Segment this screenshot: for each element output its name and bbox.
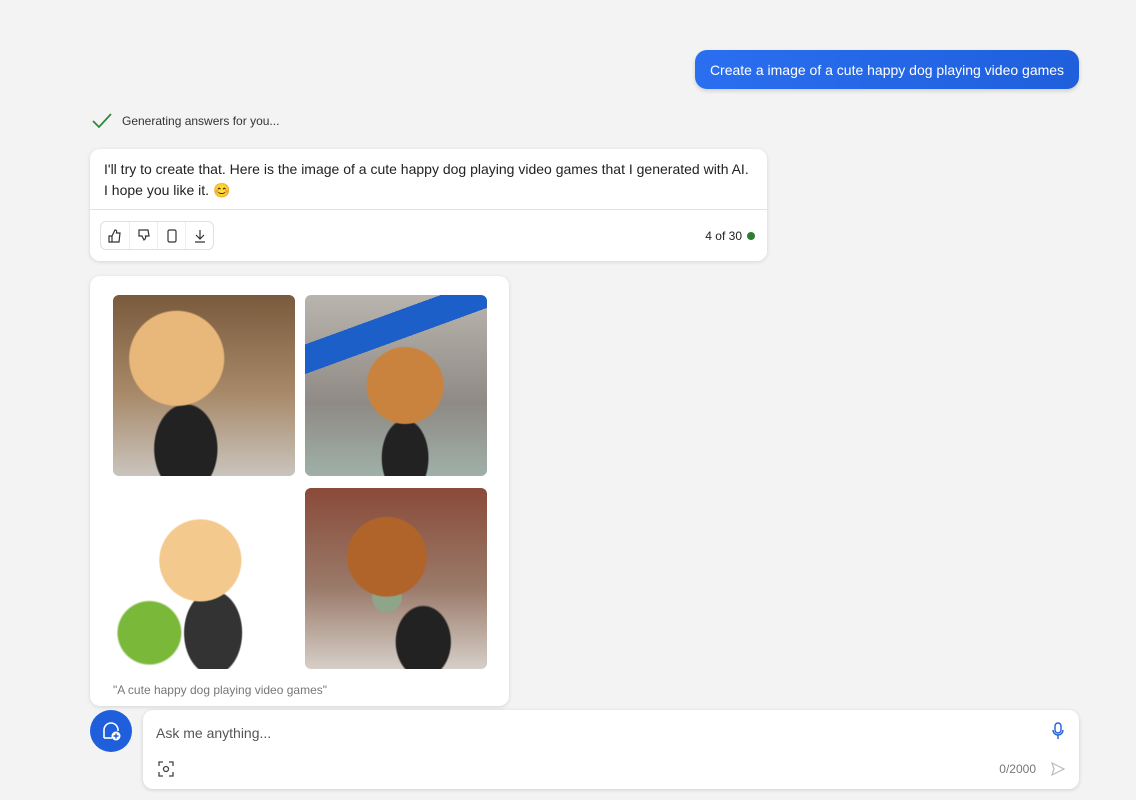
thumbs-down-icon <box>137 228 150 241</box>
divider <box>90 209 767 210</box>
thumbs-up-icon <box>108 228 121 243</box>
composer: 0/2000 <box>143 710 1079 789</box>
image-results: "A cute happy dog playing video games" <box>90 276 509 706</box>
response-count: 4 of 30 <box>705 229 755 243</box>
dog-photo-bowtie[interactable] <box>305 488 487 669</box>
answer-text: I'll try to create that. Here is the ima… <box>104 161 749 198</box>
download-icon <box>194 229 205 243</box>
visual-search-icon[interactable] <box>158 761 174 777</box>
thumbs-down-button[interactable] <box>129 222 157 249</box>
dog-photo-graduation-cap[interactable] <box>305 295 487 476</box>
char-count: 0/2000 <box>999 762 1036 776</box>
dog-cartoon[interactable] <box>113 488 295 669</box>
copy-icon <box>166 228 177 243</box>
copy-button[interactable] <box>157 222 185 249</box>
new-topic-button[interactable] <box>90 710 132 752</box>
status-text: Generating answers for you... <box>122 114 280 128</box>
download-button[interactable] <box>185 222 213 249</box>
status-dot <box>747 232 755 240</box>
user-message-text: Create a image of a cute happy dog playi… <box>709 61 1065 78</box>
microphone-icon[interactable] <box>1050 722 1066 740</box>
user-message: Create a image of a cute happy dog playi… <box>695 50 1079 89</box>
chat-input[interactable] <box>156 722 1016 744</box>
send-icon[interactable] <box>1050 761 1066 777</box>
status-row: Generating answers for you... <box>92 113 279 129</box>
image-caption: "A cute happy dog playing video games" <box>113 683 327 697</box>
answer-actions <box>100 221 214 250</box>
answer-card: I'll try to create that. Here is the ima… <box>90 149 767 261</box>
new-chat-icon <box>103 722 121 741</box>
thumbs-up-button[interactable] <box>101 222 129 249</box>
check-icon <box>92 113 112 129</box>
dog-photo-1[interactable] <box>113 295 295 476</box>
count-text: 4 of 30 <box>705 229 742 243</box>
